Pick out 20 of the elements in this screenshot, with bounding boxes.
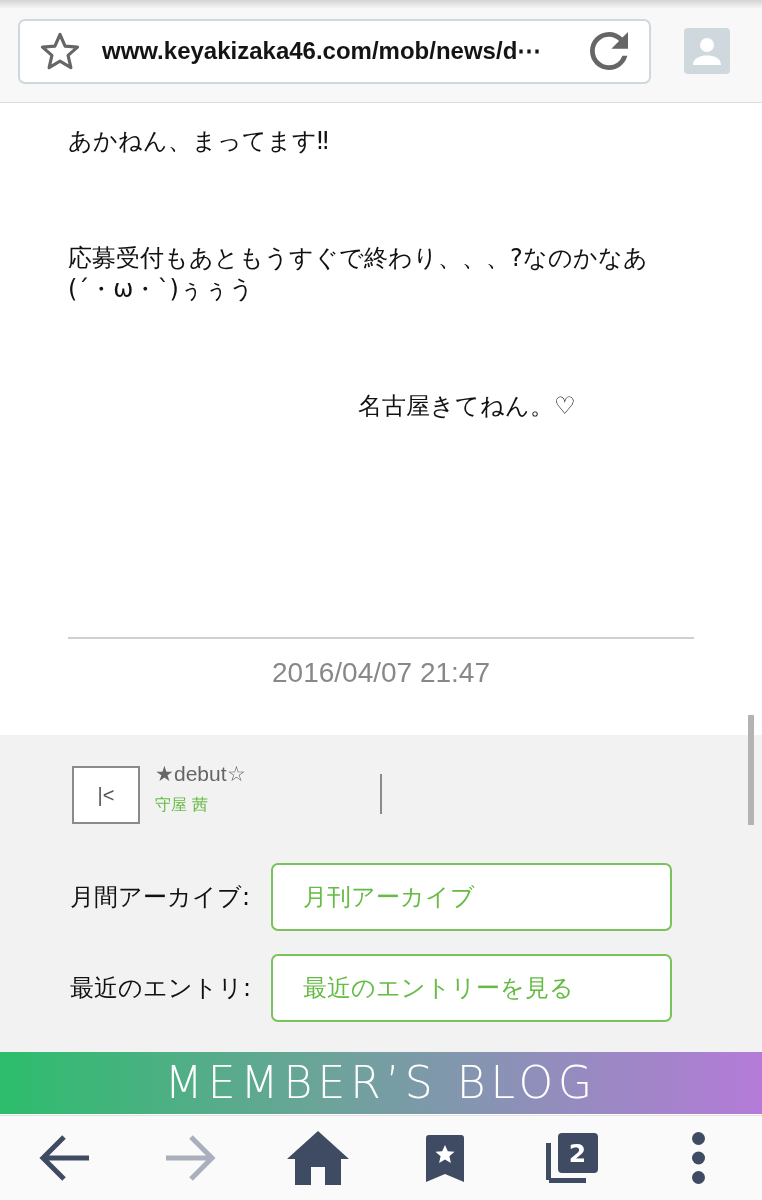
post-paragraph: 応募受付もあともうすぐで終わり、、、?なのかなあ (´・ω・`)ぅぅう [68, 243, 648, 305]
row-label: 最近のエントリ: [70, 973, 252, 1004]
post-paragraph: あかねん、まってます‼ [68, 126, 329, 157]
author-name: 守屋 茜 [155, 794, 209, 816]
url-text[interactable]: www.keyakizaka46.com/mob/news/d⋯ [102, 37, 542, 65]
post-date: 2016/04/07 21:47 [272, 656, 490, 690]
row-label: 月間アーカイブ: [70, 882, 251, 913]
first-page-button[interactable]: |< [72, 766, 140, 824]
post-paragraph: 名古屋きてねん。♡ [358, 391, 576, 422]
previous-post-link[interactable]: ★debut☆ [155, 762, 246, 786]
home-icon[interactable] [286, 1131, 349, 1185]
address-field[interactable]: www.keyakizaka46.com/mob/news/d⋯ [18, 18, 651, 84]
bookmark-star-icon[interactable] [425, 1134, 464, 1182]
tab-count[interactable]: 2 [557, 1133, 598, 1173]
reload-icon[interactable] [590, 32, 628, 70]
tabs-button[interactable]: 2 [545, 1133, 598, 1183]
more-dots-icon[interactable] [692, 1132, 705, 1184]
banner-title: MEMBER’S BLOG [164, 1061, 598, 1105]
back-arrow-icon[interactable] [38, 1135, 89, 1181]
star-icon[interactable] [40, 31, 80, 71]
